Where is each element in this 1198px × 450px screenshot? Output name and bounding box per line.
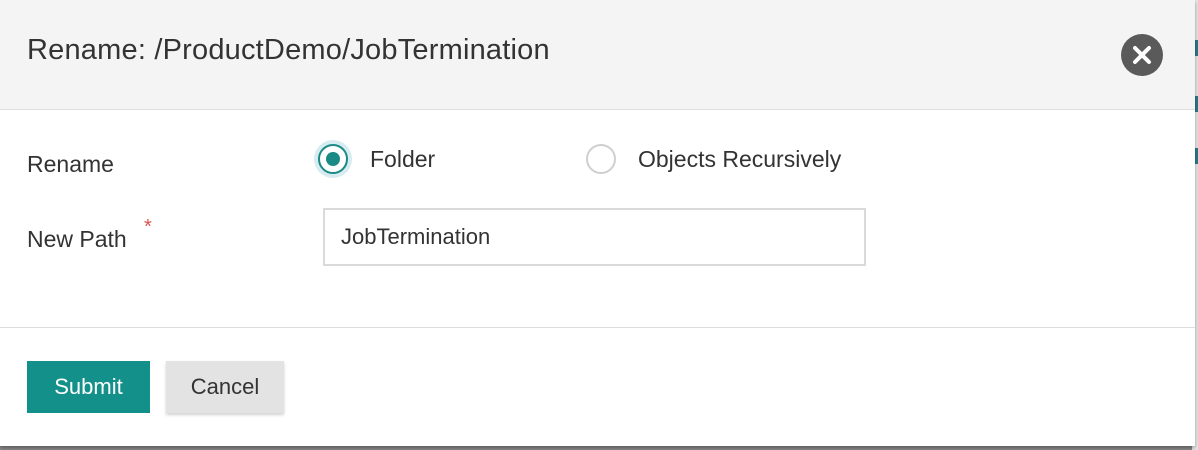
dialog-title: Rename: /ProductDemo/JobTermination — [27, 34, 550, 66]
radio-objects-recursively-label: Objects Recursively — [638, 145, 842, 172]
close-icon — [1133, 46, 1151, 64]
new-path-label: New Path — [27, 226, 127, 252]
dialog-header: Rename: /ProductDemo/JobTermination — [0, 0, 1195, 110]
radio-folder[interactable]: Folder — [318, 144, 435, 174]
dialog-body: Rename Folder Objects Recursively New Pa… — [0, 110, 1195, 328]
cancel-button[interactable]: Cancel — [166, 361, 284, 413]
dialog-footer: Submit Cancel — [0, 328, 1195, 446]
radio-objects-recursively[interactable]: Objects Recursively — [586, 144, 841, 174]
radio-folder-indicator[interactable] — [318, 144, 348, 174]
radio-folder-label: Folder — [370, 145, 436, 172]
rename-dialog: Rename: /ProductDemo/JobTermination Rena… — [0, 0, 1195, 446]
new-path-input[interactable] — [323, 208, 866, 266]
radio-objects-recursively-indicator[interactable] — [586, 144, 616, 174]
close-button[interactable] — [1121, 34, 1163, 76]
submit-button[interactable]: Submit — [27, 361, 150, 413]
required-marker: * — [144, 216, 152, 238]
rename-label: Rename — [27, 151, 114, 177]
page: Rename: /ProductDemo/JobTermination Rena… — [0, 0, 1198, 450]
